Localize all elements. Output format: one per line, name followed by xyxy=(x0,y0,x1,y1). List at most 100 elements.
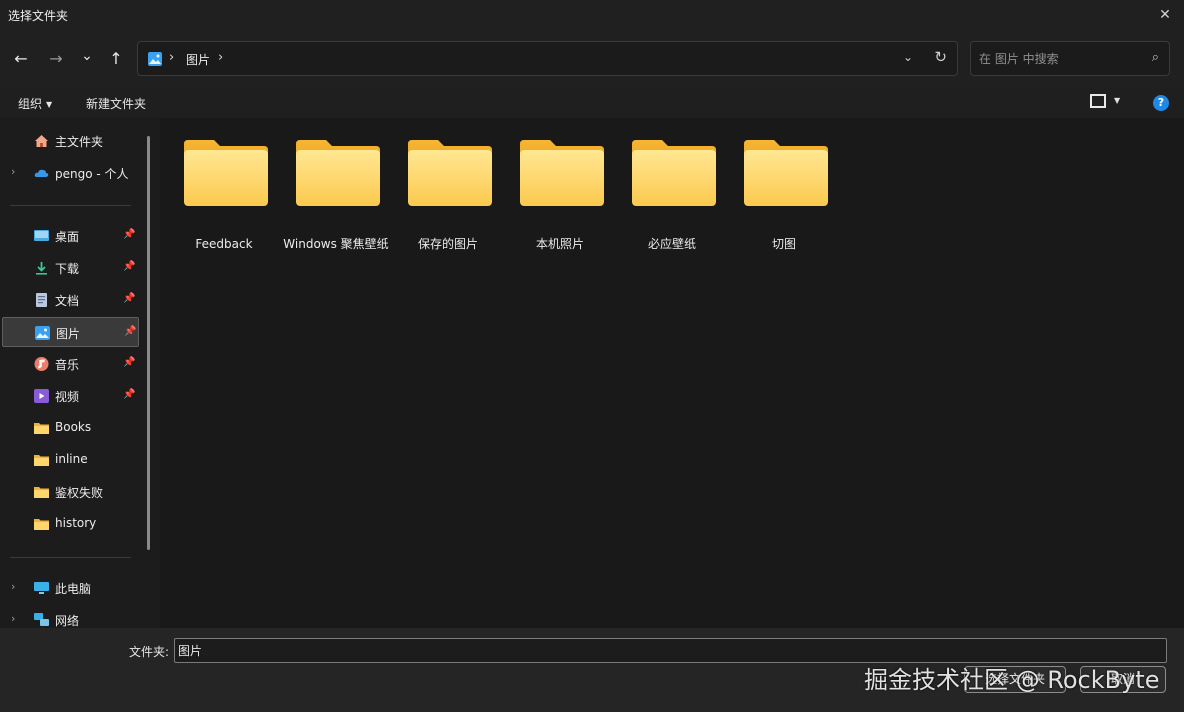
folder-icon xyxy=(184,140,268,206)
sidebar-item-5[interactable]: 音乐 📌 xyxy=(2,349,139,379)
music-icon xyxy=(34,357,49,371)
pin-icon[interactable]: 📌 xyxy=(123,229,135,240)
sidebar-item-label: 下载 xyxy=(55,262,80,276)
computer-icon xyxy=(34,582,49,594)
title-bar: 选择文件夹 ✕ xyxy=(0,0,1184,30)
network-icon xyxy=(34,613,49,626)
sidebar-item-4[interactable]: 图片 📌 xyxy=(2,317,139,347)
folder-icon xyxy=(744,140,828,206)
sidebar-item-8[interactable]: inline xyxy=(2,445,139,475)
view-options-caret-icon[interactable]: ▼ xyxy=(1114,96,1120,105)
cloud-icon xyxy=(34,169,49,177)
close-icon[interactable]: ✕ xyxy=(1154,4,1176,26)
sidebar-divider xyxy=(10,205,131,206)
pin-icon[interactable]: 📌 xyxy=(124,326,136,337)
sidebar-item-label: 视频 xyxy=(55,390,80,404)
refresh-icon[interactable]: ↻ xyxy=(934,48,947,66)
pictures-icon xyxy=(35,326,50,340)
sidebar-item-label: 鉴权失败 xyxy=(55,486,104,500)
sidebar-item-label: 网络 xyxy=(55,614,80,628)
sidebar-item-label: Books xyxy=(55,420,92,434)
command-bar: 组织 ▼ 新建文件夹 ▼ ? xyxy=(0,88,1184,118)
pin-icon[interactable]: 📌 xyxy=(123,293,135,304)
folder-item[interactable]: Windows 聚焦壁纸 xyxy=(283,132,389,262)
sidebar-item-label: 文档 xyxy=(55,294,80,308)
folder-label: 文件夹: xyxy=(129,645,170,659)
folder-item[interactable]: 本机照片 xyxy=(510,132,610,262)
sidebar-item-label: 图片 xyxy=(56,327,81,341)
sidebar-item-label: 主文件夹 xyxy=(55,135,104,149)
folder-name: 保存的图片 xyxy=(417,237,478,251)
sidebar-item-label: pengo - 个人 xyxy=(55,167,129,181)
new-folder-button[interactable]: 新建文件夹 xyxy=(86,95,146,112)
chevron-right-icon[interactable]: › xyxy=(11,165,15,178)
view-icon[interactable] xyxy=(1090,94,1106,108)
up-button[interactable]: ↑ xyxy=(104,47,128,71)
folder-icon xyxy=(34,487,49,498)
folder-icon xyxy=(520,140,604,206)
folder-icon xyxy=(632,140,716,206)
folder-item[interactable]: Feedback xyxy=(174,132,274,262)
search-input[interactable] xyxy=(979,49,1139,69)
folder-icon xyxy=(408,140,492,206)
sidebar-item-9[interactable]: 鉴权失败 xyxy=(2,477,139,507)
sidebar-item-10[interactable]: history xyxy=(2,509,139,539)
folder-name: 必应壁纸 xyxy=(647,237,696,251)
download-icon xyxy=(36,262,47,275)
sidebar-item-1[interactable]: 桌面 📌 xyxy=(2,221,139,251)
pin-icon[interactable]: 📌 xyxy=(123,261,135,272)
folder-name: 切图 xyxy=(771,237,796,251)
recent-locations-button[interactable]: ⌄ xyxy=(75,44,99,68)
chevron-down-icon[interactable]: ⌄ xyxy=(903,50,913,64)
folder-name: 本机照片 xyxy=(535,237,584,251)
folder-icon xyxy=(34,423,49,434)
breadcrumb-separator: › xyxy=(169,50,175,65)
window-title: 选择文件夹 xyxy=(8,9,69,23)
folder-item[interactable]: 必应壁纸 xyxy=(622,132,722,262)
breadcrumb-item-pictures[interactable]: 图片 xyxy=(186,51,210,68)
watermark-text: 掘金技术社区 @ RockByte xyxy=(864,666,1160,694)
folder-item[interactable]: 保存的图片 xyxy=(398,132,498,262)
sidebar-item-label: 此电脑 xyxy=(55,582,92,596)
folder-icon xyxy=(34,519,49,530)
sidebar-divider xyxy=(10,557,131,558)
folder-icon xyxy=(34,455,49,466)
navigation-pane: 主文件夹 › pengo - 个人 桌面 📌 下载 📌 文档 📌 图片 📌 音乐 📌 视频 📌 Book… xyxy=(0,118,160,628)
sidebar-item-7[interactable]: Books xyxy=(2,413,139,443)
caret-down-icon: ▼ xyxy=(46,100,53,109)
document-icon xyxy=(36,293,47,307)
sidebar-item-2[interactable]: 下载 📌 xyxy=(2,253,139,283)
organize-label: 组织 xyxy=(18,97,43,111)
help-icon[interactable]: ? xyxy=(1153,95,1169,111)
sidebar-scrollbar[interactable] xyxy=(147,136,150,550)
search-box[interactable]: ⌕ xyxy=(970,41,1170,76)
sidebar-item-3[interactable]: 文档 📌 xyxy=(2,285,139,315)
pin-icon[interactable]: 📌 xyxy=(123,357,135,368)
chevron-right-icon[interactable]: › xyxy=(11,580,15,593)
breadcrumb-separator[interactable]: › xyxy=(218,50,223,65)
folder-name: Windows 聚焦壁纸 xyxy=(283,237,389,251)
folder-name: Feedback xyxy=(195,237,253,251)
sidebar-item-label: inline xyxy=(55,452,88,466)
sidebar-item-label: 音乐 xyxy=(55,358,80,372)
folder-icon xyxy=(296,140,380,206)
folder-item[interactable]: 切图 xyxy=(734,132,834,262)
sidebar-item-home[interactable]: 主文件夹 xyxy=(2,126,139,156)
pictures-icon xyxy=(148,52,162,66)
organize-button[interactable]: 组织 ▼ xyxy=(18,95,52,112)
sidebar-item-label: 桌面 xyxy=(55,230,80,244)
pin-icon[interactable]: 📌 xyxy=(123,389,135,400)
sidebar-item-onedrive[interactable]: › pengo - 个人 xyxy=(2,158,139,188)
home-icon xyxy=(35,135,48,147)
sidebar-item-this-pc[interactable]: › 此电脑 xyxy=(2,573,139,603)
search-icon[interactable]: ⌕ xyxy=(1152,50,1159,65)
forward-button[interactable]: → xyxy=(44,47,68,71)
navigation-bar: ← → ⌄ ↑ › 图片 › ⌄ ↻ ⌕ xyxy=(0,30,1184,88)
back-button[interactable]: ← xyxy=(9,47,33,71)
address-bar[interactable]: › 图片 › ⌄ ↻ xyxy=(137,41,958,76)
video-icon xyxy=(34,389,49,403)
sidebar-item-6[interactable]: 视频 📌 xyxy=(2,381,139,411)
desktop-icon xyxy=(34,230,49,241)
folder-view: Feedback Windows 聚焦壁纸 保存的图片 本机照片 必应壁纸 切图 xyxy=(160,118,1184,628)
chevron-right-icon[interactable]: › xyxy=(11,612,15,625)
